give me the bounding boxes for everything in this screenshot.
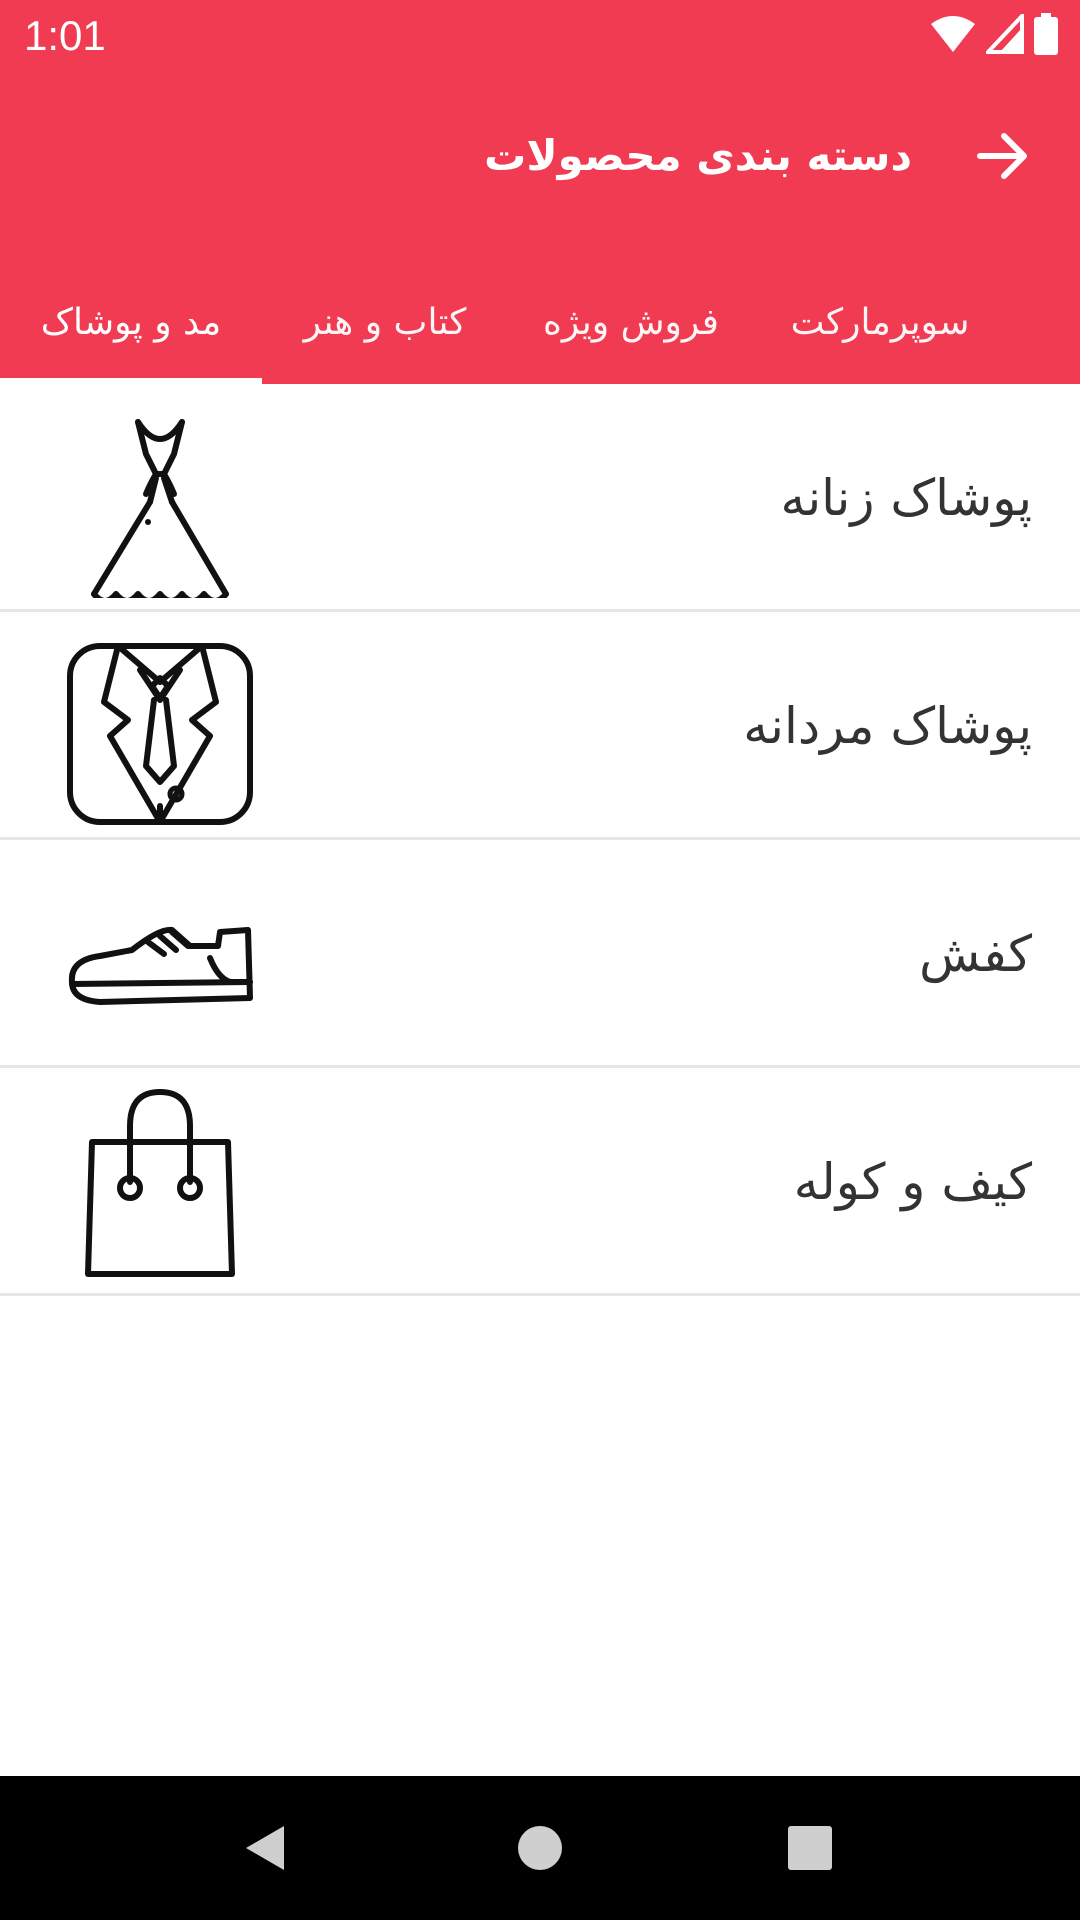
arrow-right-icon [977, 133, 1027, 179]
nav-recents-button[interactable] [774, 1812, 846, 1884]
signal-icon [983, 10, 1024, 58]
list-item-women-clothing[interactable]: پوشاک زنانه [0, 384, 1080, 612]
page-title: دسته بندی محصولات [484, 131, 912, 180]
battery-icon [1034, 13, 1058, 59]
category-label: پوشاک زنانه [780, 469, 1032, 527]
wifi-icon [930, 14, 976, 58]
category-tabs: مد و پوشاک کتاب و هنر فروش ویژه سوپرمارک… [0, 260, 1080, 384]
tab-more[interactable]: ال [1030, 260, 1080, 384]
tab-books-art[interactable]: کتاب و هنر [270, 260, 500, 384]
system-nav-bar [0, 1776, 1080, 1920]
tab-supermarket[interactable]: سوپرمارکت [770, 260, 990, 384]
list-item-men-clothing[interactable]: پوشاک مردانه [0, 612, 1080, 840]
home-circle-icon [518, 1826, 562, 1870]
category-label: پوشاک مردانه [743, 697, 1032, 755]
tab-special-sale[interactable]: فروش ویژه [520, 260, 742, 384]
shoe-icon [68, 926, 253, 1005]
status-bar: 1:01 [0, 0, 1080, 72]
list-item-shoes[interactable]: کفش [0, 840, 1080, 1068]
recents-square-icon [788, 1826, 832, 1870]
dress-icon [91, 419, 229, 598]
toolbar: دسته بندی محصولات [0, 100, 1080, 212]
back-triangle-icon [246, 1826, 284, 1870]
suit-icon [67, 643, 253, 825]
nav-home-button[interactable] [504, 1812, 576, 1884]
category-label: کفش [919, 925, 1032, 983]
list-item-bags[interactable]: کیف و کوله [0, 1068, 1080, 1296]
status-icons [930, 10, 1058, 59]
nav-back-button[interactable] [230, 1812, 302, 1884]
category-list: پوشاک زنانه پوشاک مردانه کفش کیف و کوله [0, 384, 1080, 1296]
category-label: کیف و کوله [793, 1153, 1032, 1211]
bag-icon [85, 1089, 235, 1277]
app-header: 1:01 دسته بندی محصولات مد و پوشاک کتاب و… [0, 0, 1080, 384]
tab-fashion[interactable]: مد و پوشاک [0, 260, 262, 384]
status-time: 1:01 [24, 12, 106, 59]
back-button[interactable] [970, 122, 1038, 190]
